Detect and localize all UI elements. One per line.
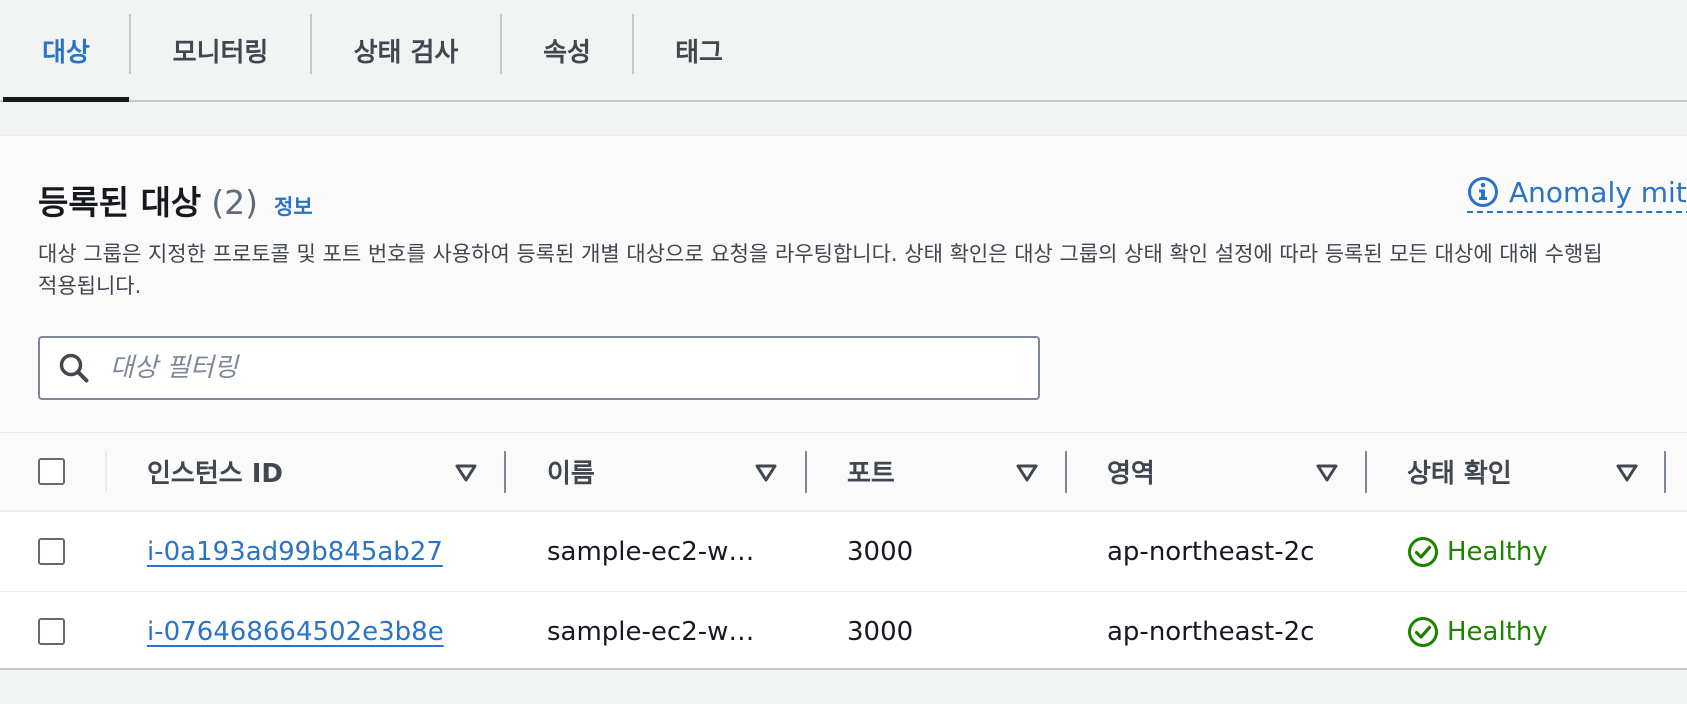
check-circle-icon bbox=[1408, 536, 1438, 567]
instance-id-cell: i-076468664502e3b8e bbox=[147, 592, 444, 668]
panel-header: 등록된 대상 (2) 정보 bbox=[38, 176, 313, 224]
sort-down-icon[interactable] bbox=[1316, 464, 1338, 482]
column-header-zone[interactable]: 영역 bbox=[1107, 433, 1155, 510]
health-cell: Healthy bbox=[1407, 592, 1548, 668]
health-status-label: Healthy bbox=[1447, 536, 1548, 567]
column-header-instance-id[interactable]: 인스턴스 ID bbox=[147, 433, 283, 510]
sort-down-icon[interactable] bbox=[1016, 464, 1038, 482]
column-label: 포트 bbox=[847, 459, 895, 489]
instance-id-link[interactable]: i-076468664502e3b8e bbox=[147, 617, 444, 647]
table-row: i-076468664502e3b8e sample-ec2-w… 3000 a… bbox=[0, 592, 1687, 668]
column-label: 이름 bbox=[547, 459, 595, 489]
anomaly-link-label: Anomaly mitig bbox=[1509, 175, 1687, 209]
column-resize-handle[interactable] bbox=[504, 451, 506, 493]
row-select-cell bbox=[38, 592, 65, 668]
registered-targets-panel: 등록된 대상 (2) 정보 Anomaly mitig 대상 그룹은 지정한 프… bbox=[0, 135, 1687, 670]
sort-down-icon[interactable] bbox=[755, 464, 777, 482]
description-line: 적용됩니다. bbox=[38, 274, 142, 298]
check-circle-icon bbox=[1408, 616, 1438, 647]
sort-down-icon[interactable] bbox=[455, 464, 477, 482]
health-cell: Healthy bbox=[1407, 512, 1548, 591]
column-header-health-check[interactable]: 상태 확인 bbox=[1407, 433, 1512, 510]
select-all-cell bbox=[38, 433, 65, 510]
info-icon bbox=[1468, 177, 1498, 207]
column-resize-handle[interactable] bbox=[1065, 451, 1067, 493]
column-resize-handle[interactable] bbox=[1664, 451, 1666, 493]
zone-value: ap-northeast-2c bbox=[1107, 616, 1315, 647]
instance-name: sample-ec2-w… bbox=[547, 616, 755, 647]
anomaly-mitigation-link[interactable]: Anomaly mitig bbox=[1467, 173, 1687, 213]
description-line: 대상 그룹은 지정한 프로토콜 및 포트 번호를 사용하여 등록된 개별 대상으… bbox=[38, 242, 1603, 266]
row-checkbox[interactable] bbox=[38, 538, 65, 565]
port-value: 3000 bbox=[847, 536, 914, 567]
zone-cell: ap-northeast-2c bbox=[1107, 512, 1314, 591]
select-all-checkbox[interactable] bbox=[38, 458, 65, 485]
tab-targets[interactable]: 대상 bbox=[3, 0, 129, 102]
name-cell: sample-ec2-w… bbox=[547, 592, 755, 668]
row-checkbox[interactable] bbox=[38, 618, 65, 645]
column-divider bbox=[105, 451, 107, 491]
tab-health-checks[interactable]: 상태 검사 bbox=[312, 0, 500, 100]
instance-id-link[interactable]: i-0a193ad99b845ab27 bbox=[147, 537, 443, 567]
column-label: 영역 bbox=[1107, 459, 1155, 489]
tab-attributes[interactable]: 속성 bbox=[502, 0, 632, 100]
column-resize-handle[interactable] bbox=[805, 451, 807, 493]
column-label: 인스턴스 ID bbox=[147, 459, 283, 489]
column-header-name[interactable]: 이름 bbox=[547, 433, 595, 510]
table-header: 인스턴스 ID 이름 포트 영역 상태 확인 bbox=[0, 432, 1687, 512]
health-status: Healthy bbox=[1407, 536, 1548, 568]
tab-tags[interactable]: 태그 bbox=[634, 0, 764, 100]
port-value: 3000 bbox=[847, 616, 914, 647]
port-cell: 3000 bbox=[847, 512, 913, 591]
zone-cell: ap-northeast-2c bbox=[1107, 592, 1315, 668]
column-resize-handle[interactable] bbox=[1365, 451, 1367, 493]
target-count: (2) bbox=[211, 183, 259, 222]
row-select-cell bbox=[38, 512, 65, 591]
instance-name: sample-ec2-w… bbox=[547, 536, 755, 567]
filter-targets-input[interactable] bbox=[110, 338, 1038, 398]
tab-monitoring[interactable]: 모니터링 bbox=[131, 0, 310, 100]
name-cell: sample-ec2-w… bbox=[547, 512, 754, 591]
filter-search-box bbox=[38, 336, 1040, 400]
tab-bar: 대상 모니터링 상태 검사 속성 태그 bbox=[0, 0, 1687, 102]
sort-down-icon[interactable] bbox=[1616, 464, 1638, 482]
panel-title: 등록된 대상 bbox=[38, 183, 202, 222]
panel-description: 대상 그룹은 지정한 프로토콜 및 포트 번호를 사용하여 등록된 개별 대상으… bbox=[38, 238, 1687, 302]
instance-id-cell: i-0a193ad99b845ab27 bbox=[147, 512, 443, 591]
health-status: Healthy bbox=[1407, 616, 1548, 648]
table-row: i-0a193ad99b845ab27 sample-ec2-w… 3000 a… bbox=[0, 512, 1687, 592]
health-status-label: Healthy bbox=[1447, 616, 1548, 647]
zone-value: ap-northeast-2c bbox=[1107, 536, 1315, 567]
port-cell: 3000 bbox=[847, 592, 914, 668]
column-header-port[interactable]: 포트 bbox=[847, 433, 895, 510]
targets-table: 인스턴스 ID 이름 포트 영역 상태 확인 i-0a193ad99b845ab… bbox=[0, 432, 1687, 668]
column-label: 상태 확인 bbox=[1407, 459, 1512, 489]
info-link[interactable]: 정보 bbox=[274, 191, 313, 221]
search-icon bbox=[59, 353, 89, 383]
